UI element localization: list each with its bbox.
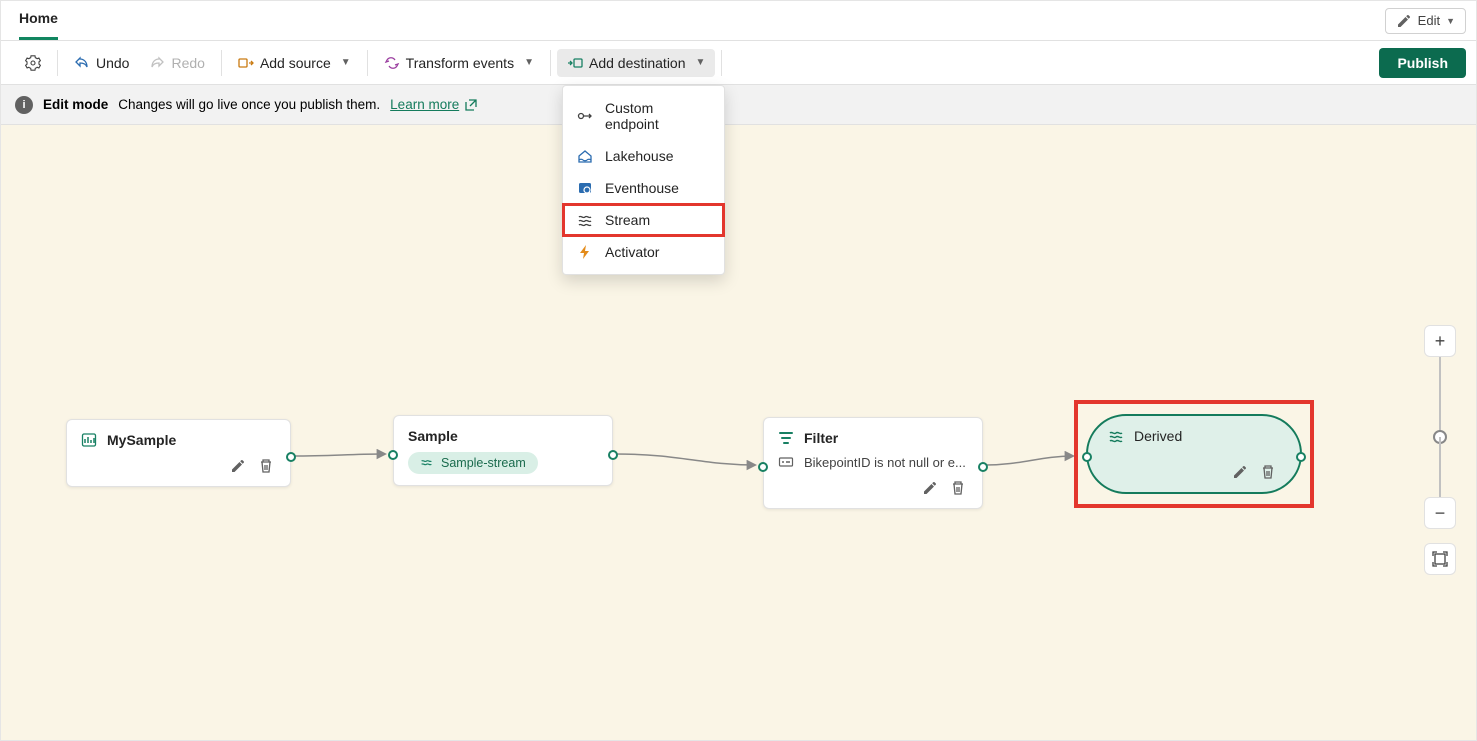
toolbar: Undo Redo Add source ▼ Transform events … <box>1 41 1476 85</box>
input-port[interactable] <box>1082 452 1092 462</box>
dropdown-item-custom-endpoint[interactable]: Custom endpoint <box>563 92 724 140</box>
edit-button-label: Edit <box>1418 13 1440 28</box>
activator-icon <box>577 244 593 260</box>
chevron-down-icon: ▼ <box>1446 16 1455 26</box>
input-port[interactable] <box>388 450 398 460</box>
stream-icon <box>420 457 433 470</box>
trash-icon <box>1260 464 1276 480</box>
banner-title: Edit mode <box>43 97 108 112</box>
stream-pill: Sample-stream <box>408 452 538 474</box>
dropdown-item-stream[interactable]: Stream <box>563 204 724 236</box>
zoom-slider-track[interactable] <box>1439 437 1441 497</box>
publish-button[interactable]: Publish <box>1379 48 1466 78</box>
delete-node-button[interactable] <box>950 480 968 498</box>
transform-label: Transform events <box>406 55 514 71</box>
undo-icon <box>74 55 90 71</box>
eventhouse-icon <box>577 180 593 196</box>
chevron-down-icon: ▼ <box>524 57 534 68</box>
add-destination-label: Add destination <box>589 55 686 71</box>
endpoint-icon <box>577 108 593 124</box>
dropdown-item-label: Eventhouse <box>605 180 679 196</box>
add-source-button[interactable]: Add source ▼ <box>228 49 361 77</box>
banner-message: Changes will go live once you publish th… <box>118 97 380 112</box>
add-destination-icon <box>567 55 583 71</box>
node-mysample[interactable]: MySample <box>66 419 291 487</box>
transform-events-button[interactable]: Transform events ▼ <box>374 49 544 77</box>
delete-node-button[interactable] <box>1260 464 1278 482</box>
stream-icon <box>577 212 593 228</box>
zoom-out-button[interactable]: − <box>1424 497 1456 529</box>
add-source-icon <box>238 55 254 71</box>
pencil-icon <box>922 480 938 496</box>
divider <box>57 50 58 76</box>
divider <box>721 50 722 76</box>
output-port[interactable] <box>1296 452 1306 462</box>
node-title: Filter <box>804 430 838 446</box>
divider <box>550 50 551 76</box>
fit-to-screen-button[interactable] <box>1424 543 1456 575</box>
filter-icon <box>778 430 794 446</box>
trash-icon <box>258 458 274 474</box>
edit-mode-banner: i Edit mode Changes will go live once yo… <box>1 85 1476 125</box>
divider <box>221 50 222 76</box>
undo-button[interactable]: Undo <box>64 49 139 77</box>
lakehouse-icon <box>577 148 593 164</box>
external-link-icon <box>463 97 479 113</box>
redo-label: Redo <box>171 55 204 71</box>
settings-button[interactable] <box>15 49 51 77</box>
node-title: Derived <box>1134 428 1182 444</box>
expression-icon <box>778 454 794 470</box>
node-derived[interactable]: Derived <box>1086 414 1302 494</box>
edit-node-button[interactable] <box>1232 464 1250 482</box>
zoom-controls: + − <box>1424 325 1456 575</box>
output-port[interactable] <box>608 450 618 460</box>
node-title: Sample <box>408 428 458 444</box>
add-destination-button[interactable]: Add destination ▼ <box>557 49 715 77</box>
dropdown-item-label: Lakehouse <box>605 148 674 164</box>
pencil-icon <box>1232 464 1248 480</box>
filter-expression: BikepointID is not null or e... <box>804 455 966 470</box>
dropdown-item-activator[interactable]: Activator <box>563 236 724 268</box>
output-port[interactable] <box>286 452 296 462</box>
learn-more-label: Learn more <box>390 97 459 112</box>
chevron-down-icon: ▼ <box>341 57 351 68</box>
dropdown-item-label: Stream <box>605 212 650 228</box>
transform-icon <box>384 55 400 71</box>
trash-icon <box>950 480 966 496</box>
info-icon: i <box>15 96 33 114</box>
pencil-icon <box>230 458 246 474</box>
redo-icon <box>149 55 165 71</box>
edit-node-button[interactable] <box>230 458 248 476</box>
node-filter[interactable]: Filter BikepointID is not null or e... <box>763 417 983 509</box>
learn-more-link[interactable]: Learn more <box>390 97 479 113</box>
divider <box>367 50 368 76</box>
redo-button[interactable]: Redo <box>139 49 214 77</box>
dropdown-item-lakehouse[interactable]: Lakehouse <box>563 140 724 172</box>
input-port[interactable] <box>758 462 768 472</box>
output-port[interactable] <box>978 462 988 472</box>
node-title: MySample <box>107 432 176 448</box>
stream-icon <box>1108 428 1124 444</box>
source-icon <box>81 432 97 448</box>
tab-bar: Home Edit ▼ <box>1 1 1476 41</box>
tab-home[interactable]: Home <box>19 1 58 40</box>
delete-node-button[interactable] <box>258 458 276 476</box>
dropdown-item-eventhouse[interactable]: Eventhouse <box>563 172 724 204</box>
fit-icon <box>1432 551 1448 567</box>
chevron-down-icon: ▼ <box>696 57 706 68</box>
zoom-in-button[interactable]: + <box>1424 325 1456 357</box>
zoom-slider-track[interactable] <box>1439 357 1441 437</box>
node-sample[interactable]: Sample Sample-stream <box>393 415 613 486</box>
canvas[interactable]: MySample Sample Sample-stream Filter Bik… <box>1 125 1476 740</box>
dropdown-item-label: Activator <box>605 244 659 260</box>
edit-node-button[interactable] <box>922 480 940 498</box>
pencil-icon <box>1396 13 1412 29</box>
undo-label: Undo <box>96 55 129 71</box>
pill-label: Sample-stream <box>441 456 526 470</box>
edit-button[interactable]: Edit ▼ <box>1385 8 1466 34</box>
add-source-label: Add source <box>260 55 331 71</box>
dropdown-item-label: Custom endpoint <box>605 100 710 132</box>
add-destination-dropdown: Custom endpoint Lakehouse Eventhouse Str… <box>562 85 725 275</box>
gear-icon <box>25 55 41 71</box>
